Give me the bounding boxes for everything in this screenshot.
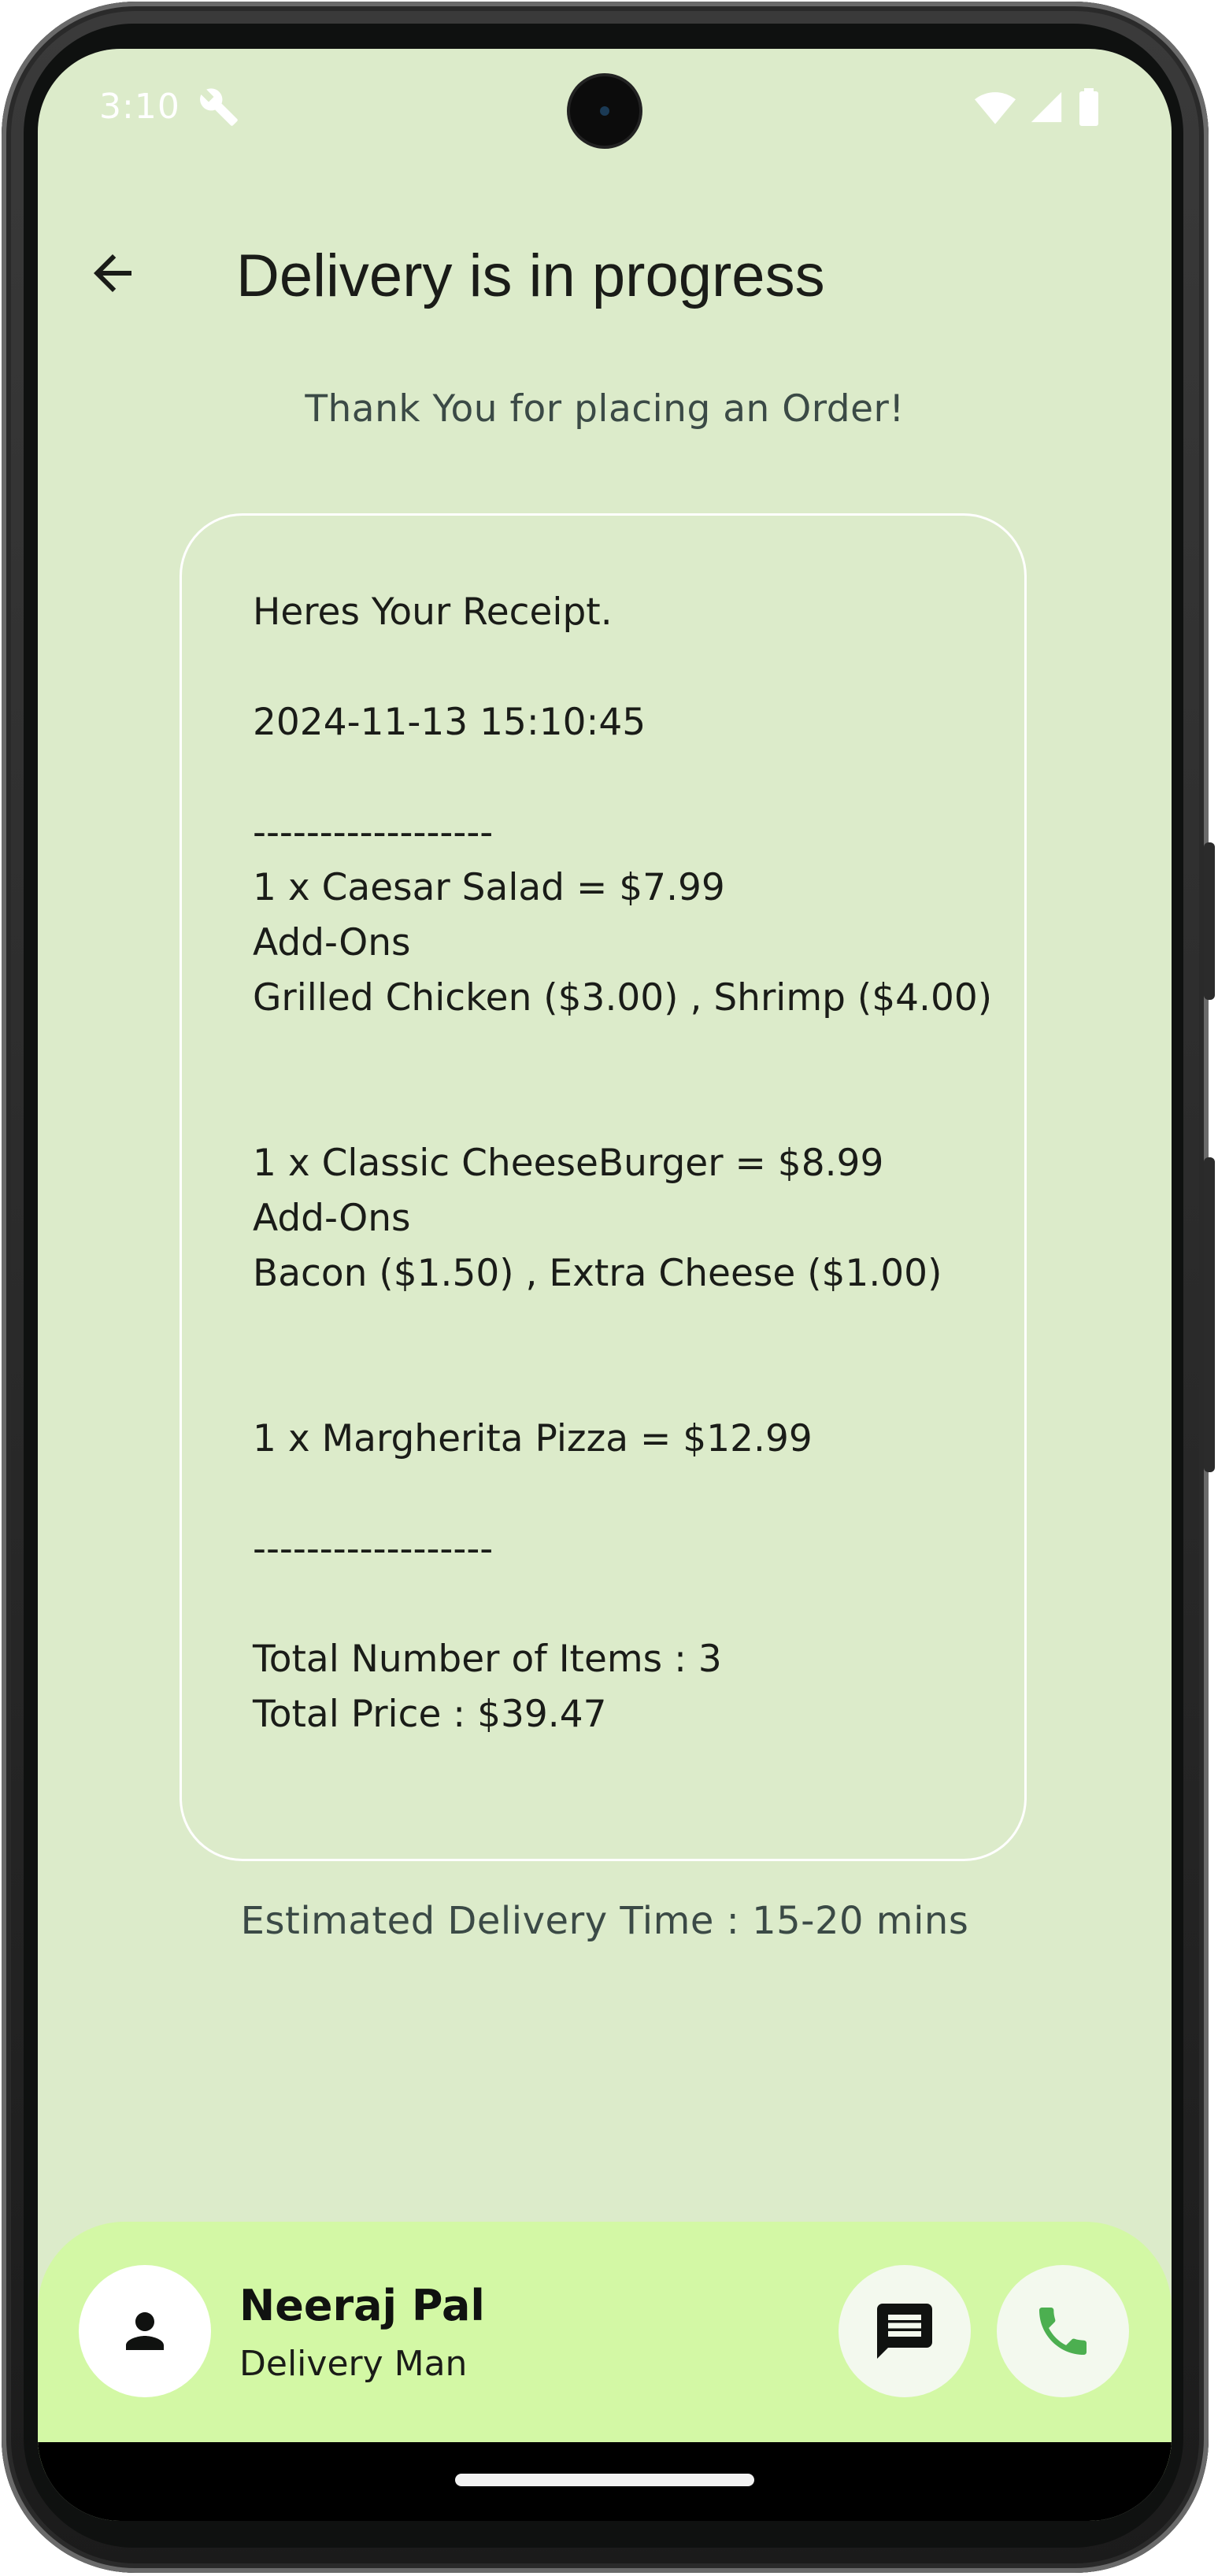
receipt-item-line: 1 x Caesar Salad = $7.99 xyxy=(253,866,725,909)
receipt-addons-label: Add-Ons xyxy=(253,921,411,964)
receipt-divider-bottom: ------------------ xyxy=(253,1527,494,1571)
receipt-timestamp: 2024-11-13 15:10:45 xyxy=(253,701,646,744)
arrow-back-icon xyxy=(94,254,131,292)
receipt-total-items: Total Number of Items : 3 xyxy=(253,1638,722,1681)
status-icons xyxy=(975,88,1101,126)
volume-button xyxy=(1204,1157,1215,1472)
estimated-delivery-time: Estimated Delivery Time : 15-20 mins xyxy=(240,1899,969,1943)
signal-icon xyxy=(1031,91,1062,123)
receipt-addons: Bacon ($1.50) , Extra Cheese ($1.00) xyxy=(253,1252,942,1295)
message-icon xyxy=(877,2304,932,2359)
status-time: 3:10 xyxy=(99,87,180,127)
device: 3:10 Delivery is in progress Thank You f… xyxy=(0,0,1218,2576)
avatar xyxy=(79,2265,211,2397)
home-gesture-handle[interactable] xyxy=(455,2474,754,2486)
receipt-item-line: 1 x Margherita Pizza = $12.99 xyxy=(253,1417,813,1460)
call-button[interactable] xyxy=(997,2265,1129,2397)
app-bar: Delivery is in progress xyxy=(38,218,1172,320)
power-button xyxy=(1204,842,1215,1000)
battery-icon xyxy=(1079,88,1098,126)
receipt-card: Heres Your Receipt. 2024-11-13 15:10:45 … xyxy=(180,513,1027,1861)
receipt-addons: Grilled Chicken ($3.00) , Shrimp ($4.00) xyxy=(253,976,993,1020)
driver-name: Neeraj Pal xyxy=(239,2281,485,2330)
receipt-addons-label: Add-Ons xyxy=(253,1197,411,1240)
driver-role: Delivery Man xyxy=(239,2344,468,2384)
receipt-divider-top: ------------------ xyxy=(253,811,494,854)
driver-card: Neeraj Pal Delivery Man xyxy=(38,2222,1172,2474)
status-bar: 3:10 xyxy=(38,49,1172,167)
wifi-icon xyxy=(975,92,1016,124)
message-button[interactable] xyxy=(839,2265,971,2397)
navigation-bar xyxy=(38,2442,1172,2521)
receipt-item-line: 1 x Classic CheeseBurger = $8.99 xyxy=(253,1142,884,1185)
screen: 3:10 Delivery is in progress Thank You f… xyxy=(38,49,1172,2521)
thank-you-message: Thank You for placing an Order! xyxy=(305,387,905,431)
camera-cutout xyxy=(570,76,639,146)
receipt-heading: Heres Your Receipt. xyxy=(253,590,613,634)
person-icon xyxy=(126,2312,164,2350)
wrench-icon xyxy=(200,88,238,126)
receipt-total-price: Total Price : $39.47 xyxy=(253,1693,607,1736)
phone-icon xyxy=(1039,2308,1087,2355)
page-title: Delivery is in progress xyxy=(236,242,825,309)
back-button[interactable] xyxy=(77,238,148,309)
